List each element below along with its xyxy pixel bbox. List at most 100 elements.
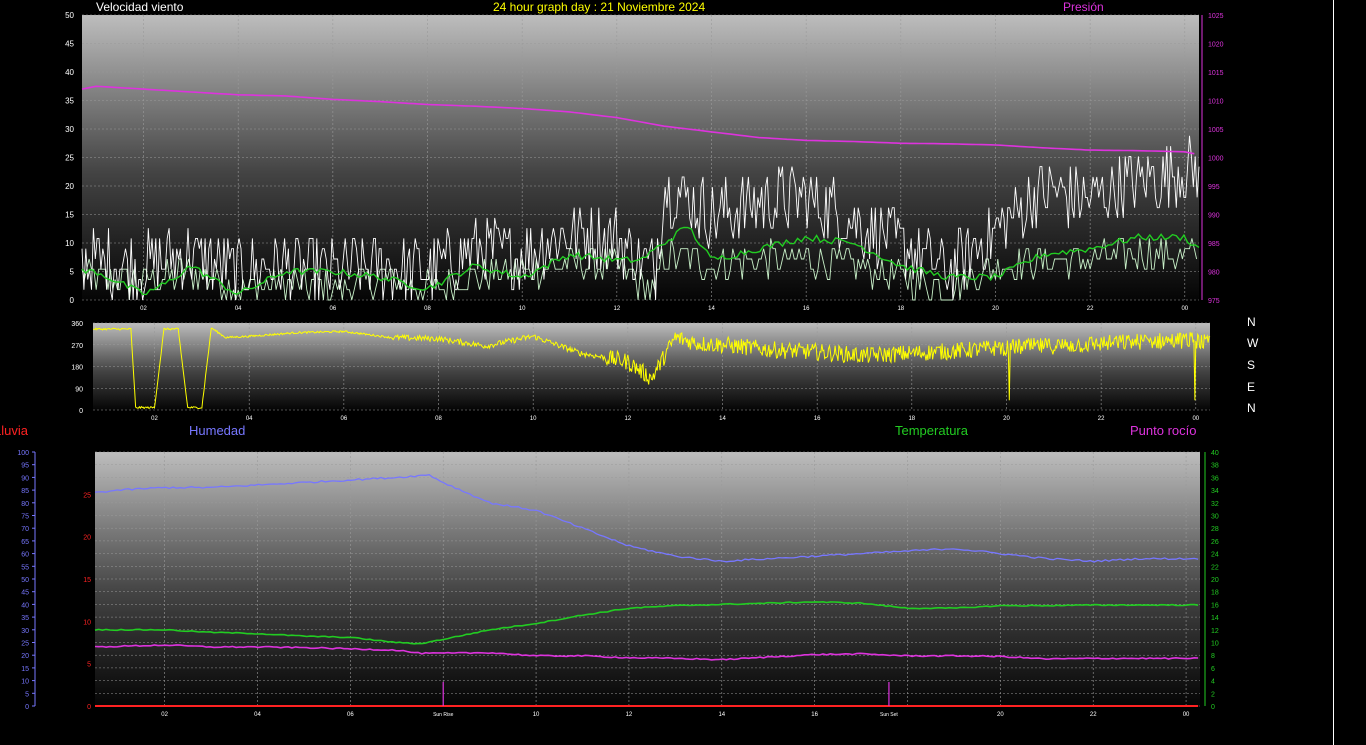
humidity-y-tick-label: 75 [21,514,29,521]
climate-panel-x-tick-label: 14 [718,712,725,718]
rain-y-tick-label: 5 [87,662,91,669]
wind-y-tick-label: 5 [70,268,75,277]
graph-title: 24 hour graph day : 21 Noviembre 2024 [493,0,706,14]
humidity-y-tick-label: 100 [17,450,29,457]
climate-panel-x-tick-label: 10 [533,712,540,718]
pressure-y-tick-label: 975 [1208,298,1220,305]
humidity-y-tick-label: 20 [21,653,29,660]
direction-panel-x-tick-label: 04 [246,416,253,422]
climate-panel-x-tick-label: 02 [161,712,168,718]
pressure-y-tick-label: 1010 [1208,99,1224,106]
direction-y-tick-label: 360 [71,321,83,328]
pressure-y-tick-label: 990 [1208,213,1220,220]
wind-y-tick-label: 15 [65,211,74,220]
climate-panel-x-tick-label: 20 [997,712,1004,718]
temperature-y-tick-label: 12 [1211,628,1219,635]
humidity-y-tick-label: 0 [25,704,29,711]
compass-north-top: N [1247,315,1256,329]
direction-y-tick-label: 90 [75,386,83,393]
temperature-y-tick-label: 28 [1211,526,1219,533]
temperature-y-tick-label: 16 [1211,602,1219,609]
direction-y-tick-label: 0 [79,408,83,415]
wind-panel-x-tick-label: 04 [235,306,242,312]
wind-panel-x-tick-label: 16 [803,306,810,312]
direction-panel-x-tick-label: 00 [1192,416,1199,422]
humidity-y-tick-label: 85 [21,488,29,495]
temperature-y-tick-label: 4 [1211,679,1215,686]
humidity-y-tick-label: 30 [21,628,29,635]
wind-panel-x-tick-label: 02 [140,306,147,312]
temperature-y-tick-label: 30 [1211,514,1219,521]
weather-graph: 02 04 06 08 10 12 14 16 18 20 22 005045403530252015… [17,11,1224,718]
pressure-y-tick-label: 1020 [1208,42,1224,49]
humidity-y-tick-label: 5 [25,691,29,698]
direction-panel-x-tick-label: 02 [151,416,158,422]
wind-y-tick-label: 25 [65,154,74,163]
direction-y-tick-label: 180 [71,365,83,372]
climate-panel-x-tick-label: 00 [1183,712,1190,718]
temperature-y-tick-label: 18 [1211,590,1219,597]
humidity-y-tick-label: 65 [21,539,29,546]
wind-panel-x-tick-label: 22 [1087,306,1094,312]
temperature-y-tick-label: 10 [1211,641,1219,648]
compass-north-bottom: N [1247,401,1256,415]
humidity-label: Humedad [189,423,246,438]
climate-panel-x-tick-label: 06 [347,712,354,718]
climate-panel-x-tick-label: 12 [626,712,633,718]
humidity-y-tick-label: 80 [21,501,29,508]
sun-event-label: Sun Set [880,712,898,718]
pressure-y-tick-label: 985 [1208,241,1220,248]
wind-y-tick-label: 20 [65,182,74,191]
right-divider [1333,0,1334,745]
temperature-y-tick-label: 40 [1211,450,1219,457]
wind-panel-x-tick-label: 08 [424,306,431,312]
temperature-y-tick-label: 26 [1211,539,1219,546]
temperature-y-tick-label: 24 [1211,552,1219,559]
temperature-y-tick-label: 8 [1211,653,1215,660]
humidity-y-tick-label: 90 [21,475,29,482]
wind-panel-x-tick-label: 10 [519,306,526,312]
wind-panel-x-tick-label: 18 [897,306,904,312]
climate-panel-x-tick-label: 04 [254,712,261,718]
direction-panel-x-tick-label: 18 [908,416,915,422]
rain-y-tick-label: 0 [87,704,91,711]
humidity-y-tick-label: 60 [21,552,29,559]
wind-panel-x-tick-label: 20 [992,306,999,312]
rain-y-tick-label: 10 [83,619,91,626]
humidity-y-tick-label: 70 [21,526,29,533]
temperature-y-tick-label: 34 [1211,488,1219,495]
temperature-y-tick-label: 36 [1211,475,1219,482]
direction-panel-x-tick-label: 22 [1098,416,1105,422]
direction-panel-x-tick-label: 12 [624,416,631,422]
rain-y-tick-label: 25 [83,492,91,499]
wind-speed-label: Velocidad viento [96,0,184,14]
pressure-y-tick-label: 995 [1208,184,1220,191]
direction-panel-x-tick-label: 10 [530,416,537,422]
wind-panel-x-tick-label: 00 [1181,306,1188,312]
humidity-y-tick-label: 95 [21,463,29,470]
pressure-y-tick-label: 1015 [1208,70,1224,77]
wind-panel-x-tick-label: 12 [613,306,620,312]
wind-y-tick-label: 40 [65,68,74,77]
temperature-y-tick-label: 22 [1211,564,1219,571]
pressure-y-tick-label: 1000 [1208,156,1224,163]
humidity-y-tick-label: 25 [21,641,29,648]
direction-panel-x-tick-label: 16 [814,416,821,422]
wind-panel-x-tick-label: 14 [708,306,715,312]
wind-y-tick-label: 45 [65,40,74,49]
dewpoint-label: Punto rocío [1130,423,1197,438]
temperature-y-tick-label: 32 [1211,501,1219,508]
humidity-y-tick-label: 55 [21,564,29,571]
climate-panel-x-tick-label: 22 [1090,712,1097,718]
humidity-y-tick-label: 40 [21,602,29,609]
temperature-y-tick-label: 6 [1211,666,1215,673]
humidity-y-tick-label: 35 [21,615,29,622]
direction-panel-x-tick-label: 14 [719,416,726,422]
direction-y-tick-label: 270 [71,343,83,350]
direction-panel-x-tick-label: 08 [435,416,442,422]
compass-east: E [1247,380,1256,394]
temperature-label: Temperatura [895,423,968,438]
pressure-y-tick-label: 1025 [1208,13,1224,20]
rain-y-tick-label: 15 [83,577,91,584]
humidity-y-tick-label: 15 [21,666,29,673]
